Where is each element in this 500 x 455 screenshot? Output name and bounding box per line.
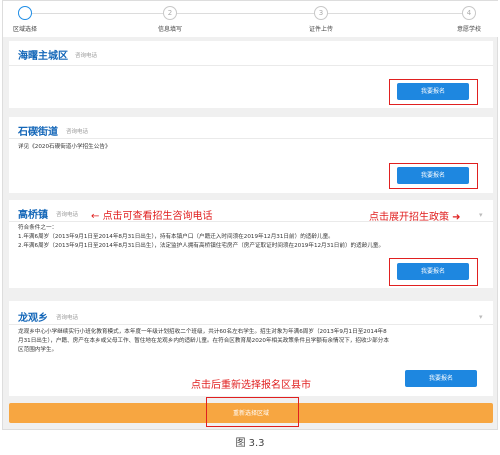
region-title: 高桥镇 [18, 210, 48, 221]
progress-track [19, 13, 468, 14]
region-card-haishu: 海曙主城区 咨询电话 我要报名 [9, 41, 493, 108]
policy-line: 区范围内学生。 [18, 347, 58, 353]
step-3-icon: 3 [314, 6, 328, 20]
region-title: 海曙主城区 [18, 51, 68, 62]
step-label: 区域选择 [12, 26, 37, 33]
chevron-down-icon[interactable]: ▾ [479, 313, 483, 321]
register-button[interactable]: 我要报名 [397, 263, 469, 280]
policy-text: 龙观乡中心小学继续实行小班化教育模式，本年度一年级计划招收二个班级，共计60名左… [18, 328, 389, 355]
reselect-hint-annotation: 点击后重新选择报名区县市 [191, 380, 311, 391]
registration-page: 区域选择 2 信息填写 3 证件上传 4 意愿学校 海曙主城区 咨询电话 我要报… [2, 0, 499, 430]
step-region: 区域选择 [0, 6, 55, 33]
divider [9, 221, 493, 222]
divider [9, 138, 493, 139]
divider [9, 324, 493, 325]
phone-link[interactable]: 咨询电话 [56, 210, 78, 218]
region-title: 龙观乡 [18, 313, 48, 324]
phone-link[interactable]: 咨询电话 [56, 313, 78, 321]
highlight-box [206, 397, 299, 427]
register-button[interactable]: 我要报名 [405, 370, 477, 387]
region-card-gaoqiao: 高桥镇 咨询电话 ← 点击可查看招生咨询电话 点击展开招生政策 ➜ ▾ 符合条件… [9, 200, 493, 288]
step-label: 证件上传 [308, 26, 333, 33]
phone-link[interactable]: 咨询电话 [75, 51, 97, 59]
policy-line: 龙观乡中心小学继续实行小班化教育模式，本年度一年级计划招收二个班级，共计60名左… [18, 329, 387, 335]
policy-line: 月31日出生），户籍、房产在本乡或父母工作、暂住地在龙观乡内的适龄儿童。在符合区… [18, 338, 389, 344]
region-card-longguan: 龙观乡 咨询电话 ▾ 龙观乡中心小学继续实行小班化教育模式，本年度一年级计划招收… [9, 301, 493, 396]
step-info: 2 信息填写 [140, 6, 200, 33]
chevron-down-icon[interactable]: ▾ [479, 211, 483, 219]
phone-hint-annotation: ← 点击可查看招生咨询电话 [91, 211, 213, 222]
policy-text: 详见《2020石碶街道小学招生公告》 [18, 144, 111, 150]
step-1-icon [18, 6, 32, 20]
region-card-shiqi: 石碶街道 咨询电话 详见《2020石碶街道小学招生公告》 我要报名 [9, 117, 493, 193]
register-button[interactable]: 我要报名 [397, 83, 469, 100]
step-documents: 3 证件上传 [291, 6, 351, 33]
divider [9, 65, 493, 66]
progress-steps: 区域选择 2 信息填写 3 证件上传 4 意愿学校 [3, 1, 499, 37]
region-title: 石碶街道 [18, 127, 58, 138]
step-label: 意愿学校 [456, 26, 481, 33]
step-school: 4 意愿学校 [439, 6, 499, 33]
policy-line: 符合条件之一： [18, 225, 58, 231]
policy-line: 1.年满6周岁（2013年9月1日至2014年8月31日出生），持有本镇户口（户… [18, 234, 334, 240]
step-4-icon: 4 [462, 6, 476, 20]
policy-line: 2.年满6周岁（2013年9月1日至2014年8月31日出生），法定监护人拥有高… [18, 243, 385, 249]
phone-link[interactable]: 咨询电话 [66, 127, 88, 135]
figure-caption: 图 3.3 [235, 438, 265, 449]
policy-text: 符合条件之一： 1.年满6周岁（2013年9月1日至2014年8月31日出生），… [18, 224, 384, 251]
step-label: 信息填写 [157, 26, 182, 33]
step-2-icon: 2 [163, 6, 177, 20]
register-button[interactable]: 我要报名 [397, 167, 469, 184]
